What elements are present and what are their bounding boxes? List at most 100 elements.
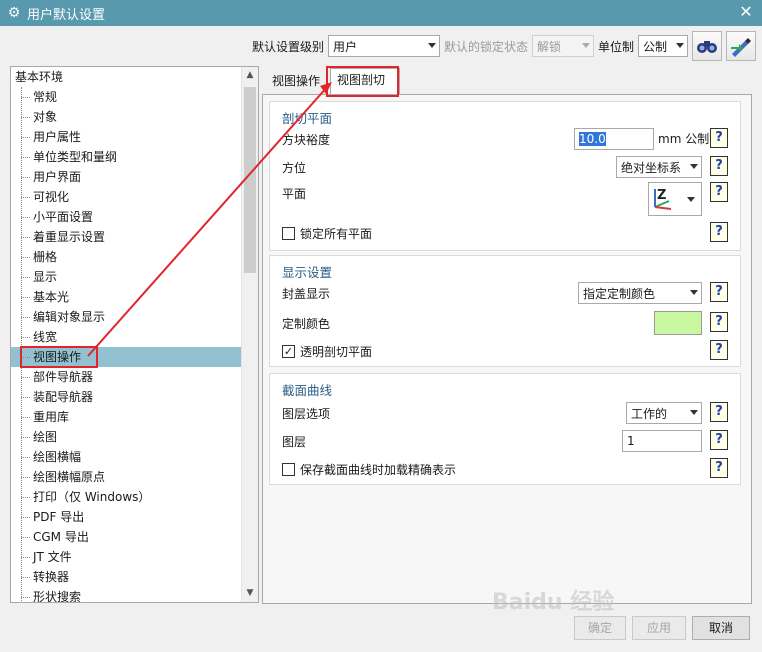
tree-item[interactable]: 对象 [11,107,241,127]
cap-display-combo[interactable]: 指定定制颜色 [578,282,702,304]
display-settings-title: 显示设置 [282,265,333,280]
section-plane-title: 剖切平面 [282,111,333,126]
tree-item[interactable]: 打印（仅 Windows） [11,487,241,507]
tree-item[interactable]: 绘图 [11,427,241,447]
level-label: 默认设置级别 [251,39,324,54]
pen-arrow-icon [731,38,751,57]
tree-rows: 基本环境 常规 对象 用户属性 单位类型和量纲 用户界面 可视化 小平面设置 着重显示设置 栅格… [11,67,241,602]
lock-all-planes-row[interactable]: 锁定所有平面 [282,222,372,244]
tree-item[interactable]: 可视化 [11,187,241,207]
tree-item[interactable]: 转换器 [11,567,241,587]
title-bar: ⚙ 用户默认设置 ✕ [0,0,762,26]
unit-combo[interactable]: 公制 [638,35,688,57]
apply-button[interactable]: 应用 [632,616,686,640]
help-icon[interactable]: ? [710,156,728,176]
help-icon[interactable]: ? [710,430,728,450]
chevron-down-icon [690,290,698,295]
annotation-box-tree [20,346,98,368]
help-icon[interactable]: ? [710,312,728,332]
chevron-down-icon [690,410,698,415]
orientation-combo[interactable]: 绝对坐标系 [616,156,702,178]
save-precise-label: 保存截面曲线时加载精确表示 [300,462,457,477]
lock-label: 默认的锁定状态 [443,39,528,54]
save-precise-row[interactable]: 保存截面曲线时加载精确表示 [282,458,456,480]
cap-display-label: 封盖显示 [282,286,331,301]
scroll-thumb[interactable] [244,87,256,273]
plane-selector[interactable]: Z [648,182,702,216]
category-tree[interactable]: 基本环境 常规 对象 用户属性 单位类型和量纲 用户界面 可视化 小平面设置 着重显示设置 栅格… [10,66,259,603]
edit-setting-button[interactable] [726,31,756,61]
custom-color-swatch[interactable] [654,311,702,335]
cube-size-value: 10.0 [579,132,606,146]
chevron-down-icon [676,43,684,48]
tree-item[interactable]: 基本光 [11,287,241,307]
tree-item[interactable]: 编辑对象显示 [11,307,241,327]
binoculars-icon [697,41,717,53]
cube-size-input[interactable]: 10.0 [574,128,654,150]
scroll-up-icon[interactable]: ▲ [242,67,258,84]
scroll-down-icon[interactable]: ▼ [242,585,258,602]
find-setting-button[interactable] [692,31,722,61]
section-curves-title: 截面曲线 [282,383,333,398]
help-icon[interactable]: ? [710,182,728,202]
layer-option-combo[interactable]: 工作的 [626,402,702,424]
transparent-plane-row[interactable]: ✓ 透明剖切平面 [282,340,372,362]
baidu-watermark: Baidu 经验 [492,590,615,615]
help-icon[interactable]: ? [710,458,728,478]
cancel-button[interactable]: 取消 [692,616,750,640]
layer-option-label: 图层选项 [282,406,331,421]
help-icon[interactable]: ? [710,402,728,422]
axis-plane-icon: Z [654,188,695,210]
annotation-box-tab [326,66,399,97]
tree-item[interactable]: 绘图横幅 [11,447,241,467]
level-value: 用户 [332,39,357,54]
custom-color-label: 定制颜色 [282,316,331,331]
cube-size-label: 方块裕度 [282,132,331,147]
tree-item[interactable]: 装配导航器 [11,387,241,407]
layer-label: 图层 [282,434,307,449]
tree-item[interactable]: 栅格 [11,247,241,267]
tree-item[interactable]: PDF 导出 [11,507,241,527]
close-button[interactable]: ✕ [736,2,756,22]
tab-view-operations[interactable]: 视图操作 [266,70,328,94]
unit-value: 公制 [643,39,668,54]
cube-size-unit: mm 公制 [658,132,710,146]
layer-input[interactable]: 1 [622,430,702,452]
tree-item[interactable]: CGM 导出 [11,527,241,547]
tree-item[interactable]: 绘图横幅原点 [11,467,241,487]
window-title: 用户默认设置 [27,7,106,23]
lock-all-planes-checkbox[interactable] [282,226,295,240]
gear-icon: ⚙ [7,5,21,21]
tree-item[interactable]: 部件导航器 [11,367,241,387]
orientation-label: 方位 [282,160,307,175]
tree-item[interactable]: 用户属性 [11,127,241,147]
transparent-plane-label: 透明剖切平面 [300,344,373,359]
tree-root-basic-environment[interactable]: 基本环境 [11,67,241,87]
tree-item[interactable]: JT 文件 [11,547,241,567]
help-icon[interactable]: ? [710,282,728,302]
tree-item[interactable]: 形状搜索 [11,587,241,602]
unit-label: 单位制 [597,39,634,54]
lock-combo: 解锁 [531,35,594,57]
ok-button[interactable]: 确定 [574,616,626,640]
help-icon[interactable]: ? [710,128,728,148]
transparent-plane-checkbox[interactable]: ✓ [282,344,295,358]
tree-item[interactable]: 小平面设置 [11,207,241,227]
tree-item[interactable]: 显示 [11,267,241,287]
section-curves-group: 截面曲线 图层选项 工作的 ? 图层 1 ? 保存截面曲线时加载精确表示 ? [269,373,741,485]
display-settings-group: 显示设置 封盖显示 指定定制颜色 ? 定制颜色 ? ✓ 透明剖切平面 ? [269,255,741,367]
tree-item[interactable]: 重用库 [11,407,241,427]
cap-display-value: 指定定制颜色 [583,286,656,301]
help-icon[interactable]: ? [710,222,728,242]
tree-item[interactable]: 着重显示设置 [11,227,241,247]
save-precise-checkbox[interactable] [282,462,295,476]
tree-item[interactable]: 单位类型和量纲 [11,147,241,167]
tree-item[interactable]: 线宽 [11,327,241,347]
section-plane-group: 剖切平面 方块裕度 10.0 mm 公制 ? 方位 绝对坐标系 ? 平面 Z ?… [269,101,741,251]
tree-scrollbar[interactable]: ▲ ▼ [241,67,258,602]
level-combo[interactable]: 用户 [327,35,440,57]
chevron-down-icon [427,43,436,48]
tree-item[interactable]: 常规 [11,87,241,107]
help-icon[interactable]: ? [710,340,728,360]
tree-item[interactable]: 用户界面 [11,167,241,187]
